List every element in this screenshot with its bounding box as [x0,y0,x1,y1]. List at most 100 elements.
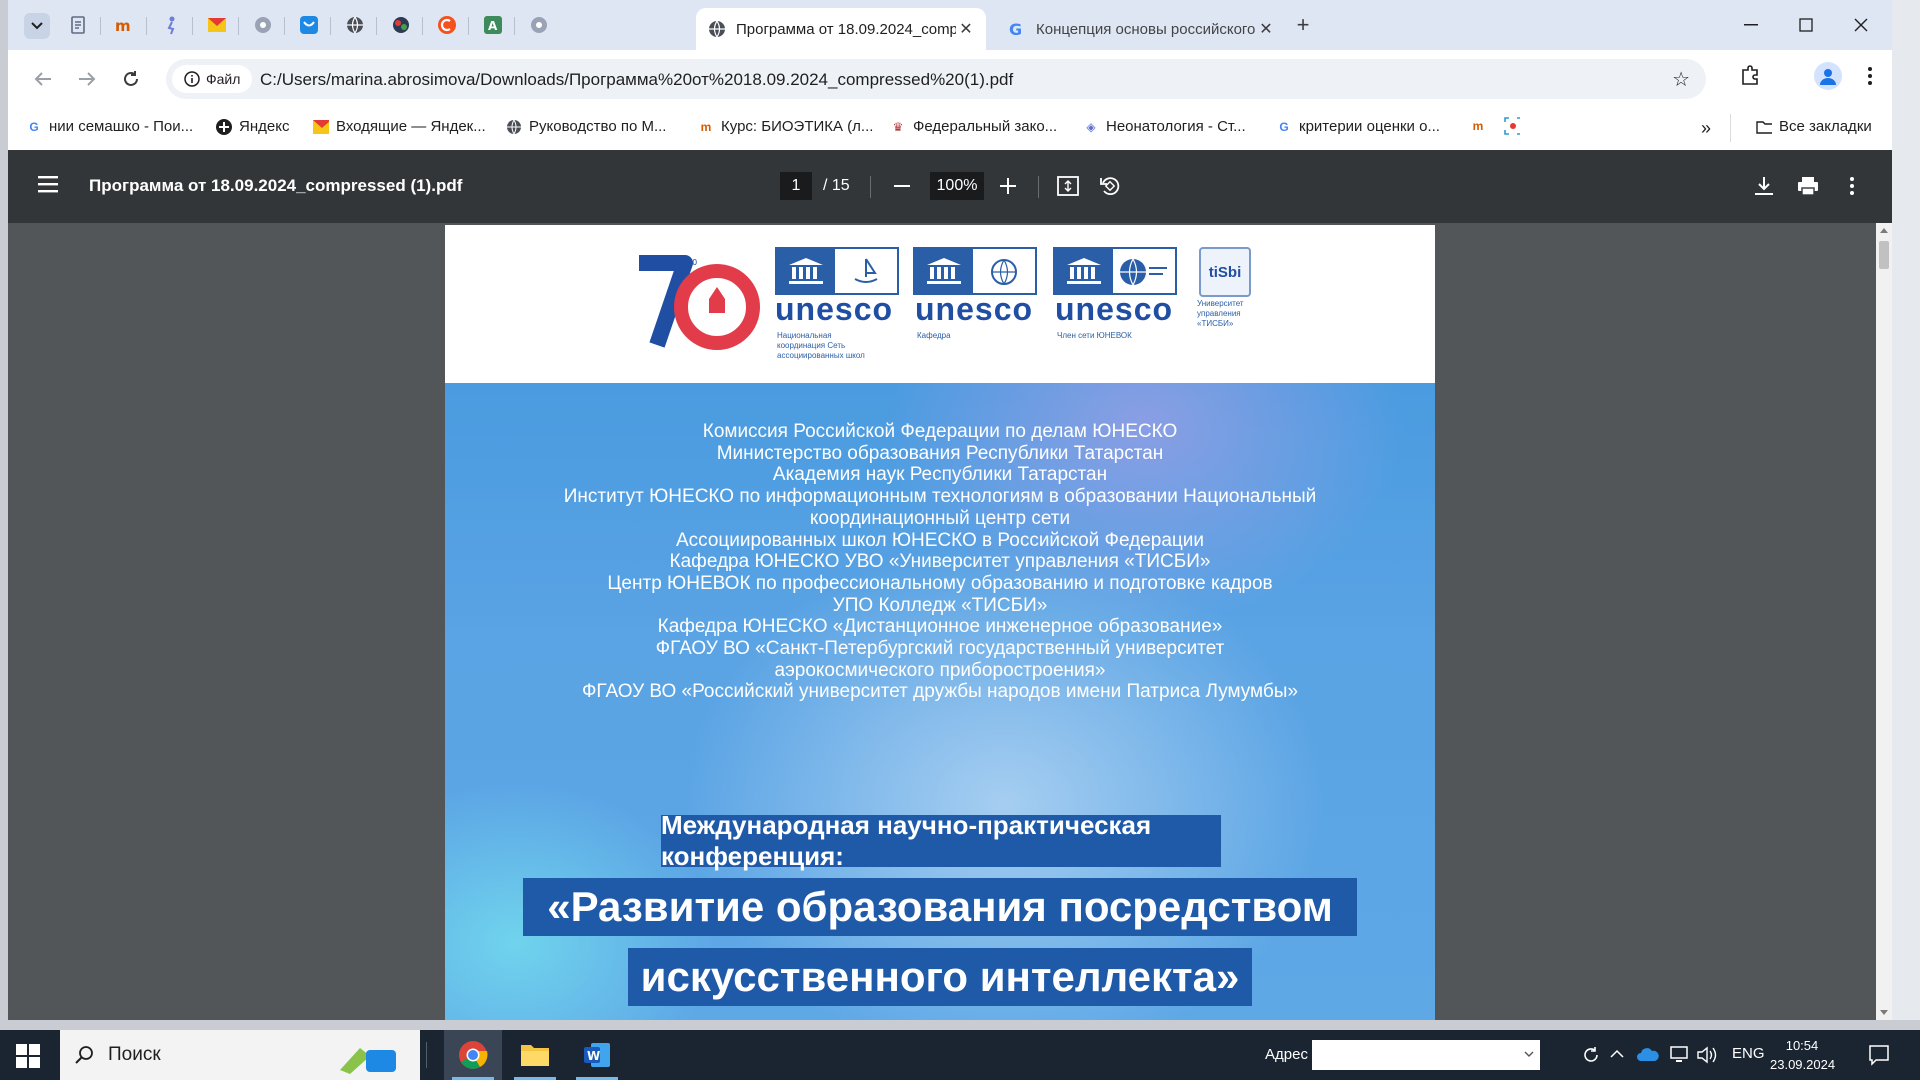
bookmark-scan[interactable] [1504,117,1520,135]
forward-button[interactable] [72,64,102,94]
pinned-tab-gray2[interactable] [526,12,552,38]
profile-button[interactable] [1814,62,1842,90]
pinned-tab-chat[interactable] [296,12,322,38]
pinned-tab-docs[interactable] [66,12,92,38]
minimize-button[interactable] [1728,8,1774,42]
volume-icon[interactable] [1696,1045,1718,1065]
bookmark-item[interactable]: Руководство по М... [506,118,666,135]
browser-menu-button[interactable] [1860,64,1880,88]
close-tab-icon[interactable]: ✕ [1256,19,1276,39]
orange-c-icon [438,16,456,34]
new-tab-button[interactable]: + [1290,12,1316,38]
language-indicator[interactable]: ENG [1732,1045,1765,1062]
tab-search-button[interactable] [24,13,50,39]
taskbar-chrome[interactable] [444,1030,502,1080]
bookmark-label: Федеральный зако... [913,118,1058,135]
print-button[interactable] [1794,172,1822,200]
bookmark-label: Яндекс [239,118,290,135]
unesco-wordmark-2: unesco [915,291,1034,327]
pdf-more-button[interactable] [1838,172,1866,200]
scroll-up-icon[interactable] [1880,227,1888,233]
tm-logo-icon: m [1472,119,1484,133]
green-app-icon: A [484,16,502,34]
all-bookmarks-button[interactable]: Все закладки [1756,118,1872,135]
hamburger-menu-icon[interactable] [38,174,62,194]
zoom-input[interactable]: 100% [930,172,984,200]
unesco-logo-1 [775,247,899,295]
close-tab-icon[interactable]: ✕ [956,19,976,39]
pdf-viewport[interactable]: 70 unesco Национальная координация Сеть … [8,223,1892,1020]
taskbar-word[interactable]: W [568,1030,626,1080]
notifications-icon[interactable] [1868,1044,1890,1066]
pinned-tab-green[interactable]: A [480,12,506,38]
onedrive-icon[interactable] [1636,1046,1660,1062]
bookmark-item[interactable]: Входящие — Яндек... [313,118,486,135]
download-icon [1755,177,1773,195]
bookmark-item[interactable]: ◈ Неонатология - Ст... [1083,118,1245,135]
download-button[interactable] [1750,172,1778,200]
scroll-down-icon[interactable] [1880,1010,1888,1016]
pinned-tab-gray[interactable] [250,12,276,38]
rotate-button[interactable] [1095,172,1123,200]
pdf-scrollbar[interactable] [1876,223,1892,1020]
chevron-down-icon[interactable] [1524,1051,1534,1058]
tm-logo-icon: m [700,119,712,134]
zoom-in-button[interactable] [994,172,1022,200]
scrollbar-thumb[interactable] [1879,241,1889,269]
bookmark-label: Курс: БИОЭТИКА (л... [721,118,874,135]
pinned-tab-figure[interactable] [158,12,184,38]
network-icon[interactable] [1668,1045,1690,1065]
windows-taskbar: Поиск W Адрес ENG 10:54 23.09.2024 [0,1030,1920,1080]
bookmark-item[interactable]: G нии семашко - Пои... [26,118,193,135]
pinned-tab-orange[interactable] [434,12,460,38]
maximize-icon [1799,18,1813,32]
reload-button[interactable] [116,64,146,94]
ship-icon [854,258,878,283]
refresh-icon[interactable] [1582,1046,1600,1064]
bookmark-item[interactable]: m Курс: БИОЭТИКА (л... [698,118,874,135]
close-window-button[interactable] [1838,8,1884,42]
arrow-left-icon [34,72,51,86]
bookmark-item[interactable]: Яндекс [216,118,289,135]
organizer-line: координационный центр сети [809,507,1071,529]
show-hidden-icons-icon[interactable] [1610,1049,1624,1059]
zoom-out-button[interactable] [888,172,916,200]
address-toolbar-input[interactable] [1312,1040,1540,1070]
globe-icon [347,16,363,34]
organizer-line: Кафедра ЮНЕСКО «Дистанционное инженерное… [657,616,1223,638]
page-number-input[interactable]: 1 [780,172,812,200]
tm-logo-icon: m [115,17,131,33]
more-bookmarks-button[interactable]: » [1701,118,1711,139]
tab-pdf[interactable]: Программа от 18.09.2024_compressed (1).p… [696,8,986,50]
taskbar-explorer[interactable] [506,1030,564,1080]
pinned-tab-colorful[interactable] [388,12,414,38]
windows-start-icon[interactable] [16,1044,40,1068]
bookmark-item[interactable]: G критерии оценки о... [1276,118,1440,135]
temple-icon [927,258,961,284]
extensions-button[interactable] [1740,64,1762,86]
pdf-toolbar: Программа от 18.09.2024_compressed (1).p… [8,150,1892,223]
bookmark-star-icon[interactable]: ☆ [1672,67,1690,92]
site-info-chip[interactable]: Файл [172,65,253,93]
clock-date: 23.09.2024 [1770,1057,1836,1072]
organizer-line: Ассоциированных школ ЮНЕСКО в Российской… [675,529,1205,551]
maximize-button[interactable] [1783,8,1829,42]
system-clock[interactable]: 10:54 23.09.2024 [1770,1036,1836,1074]
bookmark-tm[interactable]: m [1470,118,1486,134]
kebab-menu-icon [1868,67,1872,85]
address-bar[interactable]: Файл C:/Users/marina.abrosimova/Download… [166,59,1706,99]
url-text[interactable]: C:/Users/marina.abrosimova/Downloads/Про… [260,70,1013,90]
back-button[interactable] [28,64,58,94]
pinned-tab-globe[interactable] [342,12,368,38]
fit-page-button[interactable] [1054,172,1082,200]
pinned-tab-mail[interactable] [204,12,230,38]
unesco-caption-2: Кафедра [917,331,951,340]
pinned-tab-tm[interactable]: m [112,12,138,38]
unesco-caption-1: Национальная координация Сеть ассоцииров… [777,331,865,360]
tab-concept[interactable]: G Концепция основы российского ✕ [996,8,1286,50]
bookmark-item[interactable]: ♛ Федеральный зако... [890,118,1058,135]
organizer-line: УПО Колледж «ТИСБИ» [832,594,1048,616]
chevron-down-icon [31,22,43,30]
taskbar-search[interactable]: Поиск [60,1030,420,1080]
rotate-icon [1100,177,1120,196]
